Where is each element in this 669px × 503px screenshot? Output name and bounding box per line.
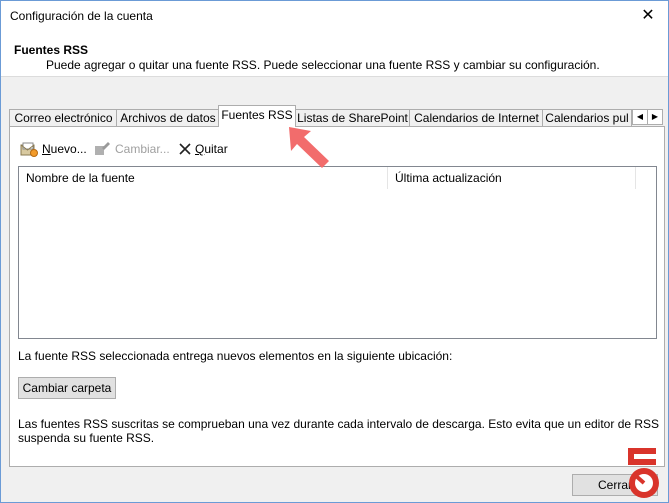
column-separator[interactable]: [635, 167, 636, 189]
change-button[interactable]: Cambiar...: [93, 140, 173, 158]
pointer-arrow-annotation: [289, 127, 329, 168]
title-bar: Configuración de la cuenta ✕: [1, 1, 668, 32]
window-title: Configuración de la cuenta: [10, 9, 153, 23]
section-description: Puede agregar o quitar una fuente RSS. P…: [46, 58, 600, 72]
tab-archivos-de-datos[interactable]: Archivos de datos: [116, 109, 220, 127]
x-icon: [179, 143, 191, 155]
rss-panel: Nuevo... Cambiar... Quitar Nombre de la …: [9, 126, 665, 467]
tab-scroll-right-icon[interactable]: ▶: [647, 109, 663, 125]
account-settings-window: Configuración de la cuenta ✕ Fuentes RSS…: [0, 0, 669, 503]
change-icon: [95, 142, 110, 155]
change-folder-button[interactable]: Cambiar carpeta: [18, 377, 116, 399]
remove-button-label: uitar: [204, 142, 228, 156]
close-window-icon[interactable]: ✕: [637, 6, 659, 26]
delivery-location-text: La fuente RSS seleccionada entrega nuevo…: [18, 349, 453, 363]
tab-fuentes-rss[interactable]: Fuentes RSS: [218, 105, 296, 127]
watermark-logo: [628, 448, 659, 498]
tab-calendarios-de-internet[interactable]: Calendarios de Internet: [409, 109, 544, 127]
tab-strip: Correo electrónico Archivos de datos Fue…: [9, 105, 664, 127]
change-button-label: Cambiar...: [115, 142, 170, 156]
tab-correo-electronico[interactable]: Correo electrónico: [9, 109, 118, 127]
rss-feed-list[interactable]: Nombre de la fuente Última actualización: [18, 166, 657, 339]
tab-scroll-left-icon[interactable]: ◀: [632, 109, 648, 125]
remove-button[interactable]: Quitar: [176, 140, 236, 158]
section-title: Fuentes RSS: [14, 43, 89, 57]
new-button[interactable]: Nuevo...: [20, 140, 90, 158]
new-feed-icon: [20, 142, 38, 157]
new-button-label: uevo...: [50, 142, 87, 156]
column-header-last-update[interactable]: Última actualización: [388, 167, 635, 189]
tab-calendarios-publicados[interactable]: Calendarios pul: [542, 109, 632, 127]
sync-note-line-1: Las fuentes RSS suscritas se comprueban …: [18, 417, 660, 431]
sync-note-line-2: suspenda su fuente RSS.: [18, 431, 155, 445]
section-header: Fuentes RSS Puede agregar o quitar una f…: [1, 32, 668, 77]
